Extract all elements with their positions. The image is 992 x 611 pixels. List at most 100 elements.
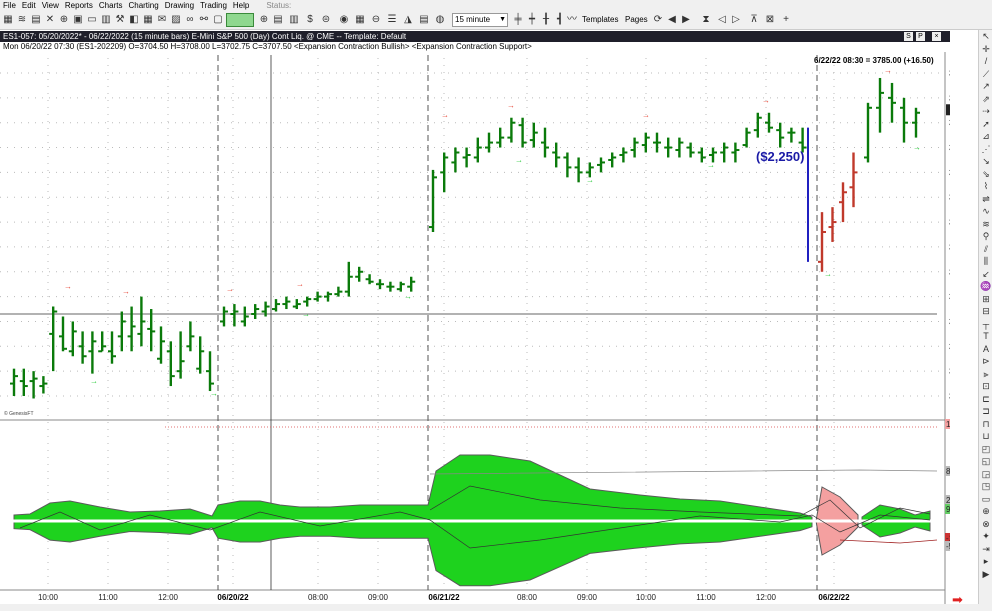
chart-icon[interactable]: ▤ <box>418 14 430 26</box>
calendar-icon[interactable]: ▦ <box>142 14 154 26</box>
link-icon[interactable]: ⚯ <box>198 14 210 26</box>
triangle-icon[interactable]: ⊿ <box>979 130 992 143</box>
parallel-icon[interactable]: ⫽ <box>979 243 992 256</box>
chain-icon[interactable]: ∞ <box>184 14 196 26</box>
screen-icon[interactable]: ▢ <box>212 14 224 26</box>
crosshair-icon[interactable]: + <box>780 14 792 26</box>
dollar-icon[interactable]: $ <box>304 14 316 26</box>
ray-icon[interactable]: ↗ <box>979 80 992 93</box>
add-circle-icon[interactable]: ⊕ <box>979 505 992 518</box>
gann-icon[interactable]: ⚲ <box>979 230 992 243</box>
pointer-icon[interactable]: ↖ <box>979 30 992 43</box>
text-icon[interactable]: T <box>979 330 992 343</box>
plus-circle-icon[interactable]: ⊕ <box>258 14 270 26</box>
diagonal-icon[interactable]: ➚ <box>979 118 992 131</box>
play-small-icon[interactable]: ▸ <box>979 555 992 568</box>
box-minus-icon[interactable]: ⊟ <box>979 305 992 318</box>
hourglass-icon[interactable]: ⧗ <box>700 14 712 26</box>
hammer-icon[interactable]: ⚒ <box>114 14 126 26</box>
globe-icon[interactable]: ◍ <box>434 14 446 26</box>
tab-icon[interactable]: ⇥ <box>979 543 992 556</box>
signal-icon[interactable]: ≋ <box>16 14 28 26</box>
layers-icon[interactable]: ▤ <box>272 14 284 26</box>
mail-icon[interactable]: ✉ <box>156 14 168 26</box>
frame-icon[interactable]: ▭ <box>979 493 992 506</box>
arrow-right-icon[interactable]: ▶ <box>680 14 692 26</box>
sine-icon[interactable]: ∿ <box>979 205 992 218</box>
print-icon[interactable]: ▣ <box>72 14 84 26</box>
pin-icon[interactable]: ⊼ <box>748 14 760 26</box>
corner-3-icon[interactable]: ◲ <box>979 468 992 481</box>
extended-ray-icon[interactable]: ⇗ <box>979 93 992 106</box>
cycle-icon[interactable]: ♒ <box>979 280 992 293</box>
menu-view[interactable]: View <box>39 1 62 10</box>
corner-1-icon[interactable]: ◰ <box>979 443 992 456</box>
arrow-right-icon[interactable]: ➡ <box>952 592 963 608</box>
label-icon[interactable]: A <box>979 343 992 356</box>
down-left-icon[interactable]: ↙ <box>979 268 992 281</box>
step-icon[interactable]: ┫ <box>554 14 566 26</box>
horizontal-tool-icon[interactable]: ┬ <box>979 318 992 331</box>
menu-charts[interactable]: Charts <box>96 1 126 10</box>
pages-button[interactable]: Pages <box>625 15 648 24</box>
interval-select[interactable]: 15 minute ▼ <box>452 13 508 27</box>
bracket-left-icon[interactable]: ⊏ <box>979 393 992 406</box>
layout-icon[interactable]: ▤ <box>30 14 42 26</box>
trendline-icon[interactable]: ⟋ <box>979 68 992 81</box>
image-icon[interactable]: ▨ <box>170 14 182 26</box>
line-chart-icon[interactable]: 〰 <box>566 14 578 26</box>
dollar-circle-icon[interactable]: ⊜ <box>320 14 332 26</box>
menu-file[interactable]: File <box>0 1 19 10</box>
gann-fan-icon[interactable]: ⫼ <box>979 255 992 268</box>
minus-icon[interactable]: ⊖ <box>370 14 382 26</box>
bars-icon[interactable]: ╪ <box>512 14 524 26</box>
menu-help[interactable]: Help <box>230 1 252 10</box>
fibonacci-icon[interactable]: ≋ <box>979 218 992 231</box>
eye-icon[interactable]: ◉ <box>338 14 350 26</box>
hl-icon[interactable]: ╂ <box>540 14 552 26</box>
corner-4-icon[interactable]: ◳ <box>979 480 992 493</box>
folder-icon[interactable]: ▭ <box>86 14 98 26</box>
menu-edit[interactable]: Edit <box>19 1 39 10</box>
window-p-button[interactable]: P <box>916 32 925 41</box>
tools-icon[interactable]: ✕ <box>44 14 56 26</box>
templates-button[interactable]: Templates <box>582 15 618 24</box>
wave-icon[interactable]: ⌇ <box>979 180 992 193</box>
bracket-right-icon[interactable]: ⊐ <box>979 405 992 418</box>
marker-icon[interactable]: ⊳ <box>979 355 992 368</box>
remove-circle-icon[interactable]: ⊗ <box>979 518 992 531</box>
candle-icon[interactable]: ┿ <box>526 14 538 26</box>
rectangle-icon[interactable]: ⊡ <box>979 380 992 393</box>
window-s-button[interactable]: S <box>904 32 913 41</box>
refresh-icon[interactable]: ⟳ <box>652 14 664 26</box>
price-chart[interactable]: → → → → → → → → → → → → → → → → → → 3800.00 3790.00 3780.00… <box>0 52 950 608</box>
close-box-icon[interactable]: ⊠ <box>764 14 776 26</box>
play-icon[interactable]: ▶ <box>979 568 992 581</box>
menu-reports[interactable]: Reports <box>62 1 96 10</box>
grid-lines-icon[interactable]: ▦ <box>354 14 366 26</box>
list-icon[interactable]: ☰ <box>386 14 398 26</box>
magnet-icon[interactable]: ◧ <box>128 14 140 26</box>
pitchfork-icon[interactable]: ⇌ <box>979 193 992 206</box>
expand-icon[interactable]: ▷ <box>730 14 742 26</box>
down-ray-icon[interactable]: ↘ <box>979 155 992 168</box>
box-plus-icon[interactable]: ⊞ <box>979 293 992 306</box>
crosshair-icon[interactable]: ✛ <box>979 43 992 56</box>
line-icon[interactable]: / <box>979 55 992 68</box>
bar-chart-icon[interactable]: ▥ <box>100 14 112 26</box>
menu-drawing[interactable]: Drawing <box>162 1 197 10</box>
channel-icon[interactable]: ⋰ <box>979 143 992 156</box>
speed-icon[interactable]: ⫸ <box>979 368 992 381</box>
star-icon[interactable]: ✦ <box>979 530 992 543</box>
arrow-left-icon[interactable]: ◀ <box>666 14 678 26</box>
zoom-icon[interactable]: ⊕ <box>58 14 70 26</box>
chart-view-icon[interactable]: ▥ <box>288 14 300 26</box>
shrink-icon[interactable]: ◁ <box>716 14 728 26</box>
menu-charting[interactable]: Charting <box>125 1 161 10</box>
close-icon[interactable]: × <box>932 32 941 41</box>
mountain-icon[interactable]: ◮ <box>402 14 414 26</box>
corner-2-icon[interactable]: ◱ <box>979 455 992 468</box>
trade-toggle-button[interactable] <box>226 13 254 27</box>
menu-trading[interactable]: Trading <box>197 1 230 10</box>
arrow-line-icon[interactable]: ⇢ <box>979 105 992 118</box>
